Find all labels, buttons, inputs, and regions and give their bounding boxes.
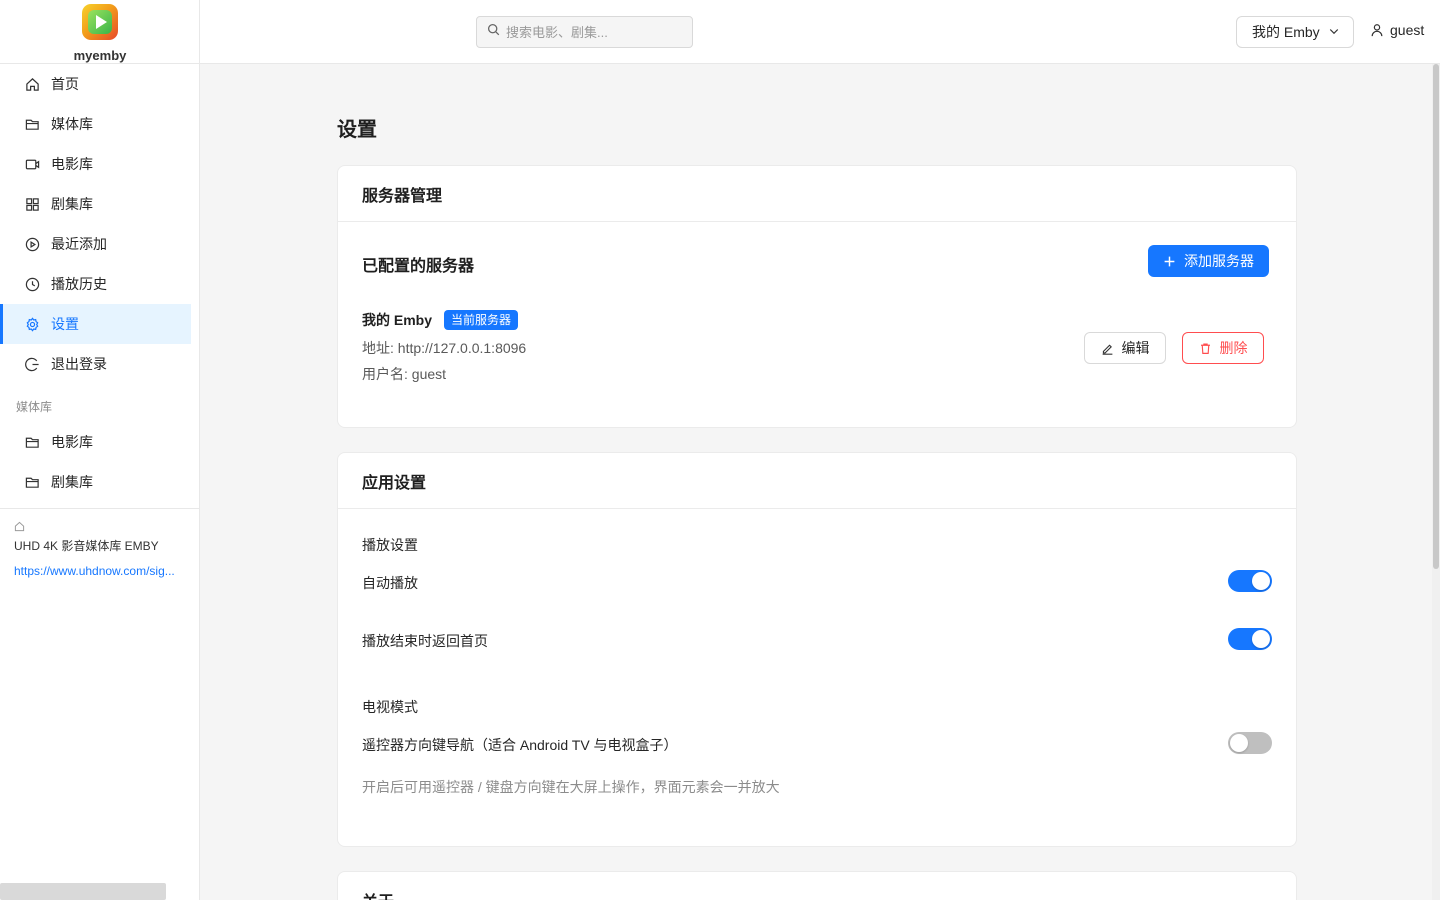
card-title: 关于 — [338, 872, 1296, 900]
top-header: 我的 Emby guest — [200, 0, 1440, 64]
edit-server-button[interactable]: 编辑 — [1084, 332, 1166, 364]
library-menu: 电影库 剧集库 — [0, 422, 199, 502]
page-title: 设置 — [337, 119, 377, 141]
server-select[interactable]: 我的 Emby — [1236, 16, 1354, 48]
main-menu: 首页 媒体库 电影库 剧集库 最近添加 播放历史 设置 退出登录 — [0, 64, 199, 384]
playback-section-title: 播放设置 — [362, 537, 418, 553]
sidebar-item-label: 媒体库 — [51, 116, 93, 132]
server-management-card: 服务器管理 已配置的服务器 添加服务器 我的 Emby 当前服务器 地址: ht… — [337, 165, 1297, 428]
main-content: 设置 服务器管理 已配置的服务器 添加服务器 我的 Emby 当前服务器 地址:… — [200, 64, 1432, 900]
server-entry-header: 我的 Emby 当前服务器 — [362, 310, 519, 330]
return-home-label: 播放结束时返回首页 — [362, 633, 488, 649]
card-title: 服务器管理 — [338, 166, 1296, 222]
autoplay-toggle[interactable] — [1228, 570, 1272, 592]
search-box[interactable] — [476, 16, 693, 48]
sidebar-item-movies[interactable]: 电影库 — [0, 144, 191, 184]
trash-icon — [1199, 342, 1212, 355]
server-select-value: 我的 Emby — [1252, 24, 1320, 40]
page-vertical-scrollbar[interactable] — [1432, 64, 1440, 900]
gear-icon — [24, 316, 40, 332]
server-address: 地址: http://127.0.0.1:8096 — [362, 340, 527, 356]
sidebar-item-label: 剧集库 — [51, 196, 93, 212]
edit-icon — [1101, 342, 1114, 355]
user-icon — [1370, 23, 1384, 37]
sidebar-item-history[interactable]: 播放历史 — [0, 264, 191, 304]
user-menu[interactable]: guest — [1370, 22, 1424, 38]
search-icon — [487, 23, 500, 41]
scrollbar-thumb[interactable] — [1433, 64, 1439, 569]
sidebar-item-label: 设置 — [51, 316, 79, 332]
delete-label: 删除 — [1219, 340, 1248, 356]
sidebar-item-label: 电影库 — [51, 156, 93, 172]
edit-label: 编辑 — [1121, 340, 1150, 356]
return-home-toggle[interactable] — [1228, 628, 1272, 650]
folder-icon — [24, 474, 40, 490]
sidebar-item-label: 最近添加 — [51, 236, 107, 252]
add-server-button[interactable]: 添加服务器 — [1148, 245, 1269, 277]
username: guest — [1390, 22, 1425, 38]
sidebar: myemby 首页 媒体库 电影库 剧集库 最近添加 播放历史 设置 退出登录 … — [0, 0, 200, 900]
sponsor-link[interactable]: https://www.uhdnow.com/sig... — [14, 564, 184, 578]
add-server-label: 添加服务器 — [1184, 253, 1254, 269]
sponsor-block: UHD 4K 影音媒体库 EMBY https://www.uhdnow.com… — [0, 509, 199, 590]
app-logo-icon — [82, 4, 118, 40]
sidebar-item-library-movies[interactable]: 电影库 — [0, 422, 191, 462]
sidebar-item-settings[interactable]: 设置 — [0, 304, 191, 344]
search-input[interactable] — [506, 24, 686, 40]
history-icon — [24, 276, 40, 292]
server-name: 我的 Emby — [362, 312, 433, 328]
sponsor-title: UHD 4K 影音媒体库 EMBY — [14, 539, 159, 553]
sidebar-item-recently-added[interactable]: 最近添加 — [0, 224, 191, 264]
library-group-title: 媒体库 — [16, 400, 53, 414]
sidebar-item-label: 剧集库 — [51, 474, 93, 490]
folder-icon — [24, 434, 40, 450]
video-camera-icon — [24, 156, 40, 172]
house-icon — [14, 521, 185, 535]
folder-icon — [24, 116, 40, 132]
app-settings-card: 应用设置 播放设置 自动播放 播放结束时返回首页 电视模式 遥控器方向键导航（适… — [337, 452, 1297, 847]
grid-icon — [24, 196, 40, 212]
logo-area: myemby — [0, 0, 199, 64]
sidebar-item-series[interactable]: 剧集库 — [0, 184, 191, 224]
sidebar-item-library-series[interactable]: 剧集库 — [0, 462, 191, 502]
delete-server-button[interactable]: 删除 — [1182, 332, 1264, 364]
logout-icon — [24, 356, 40, 372]
sidebar-item-logout[interactable]: 退出登录 — [0, 344, 191, 384]
sidebar-item-label: 首页 — [51, 76, 79, 92]
server-username: 用户名: guest — [362, 366, 447, 382]
sidebar-item-home[interactable]: 首页 — [0, 64, 191, 104]
play-circle-icon — [24, 236, 40, 252]
chevron-down-icon — [1328, 24, 1340, 40]
card-title: 应用设置 — [338, 453, 1296, 509]
remote-nav-label: 遥控器方向键导航（适合 Android TV 与电视盒子） — [362, 737, 678, 753]
about-card: 关于 — [337, 871, 1297, 900]
tv-mode-section-title: 电视模式 — [362, 699, 418, 715]
sidebar-item-label: 播放历史 — [51, 276, 107, 292]
sidebar-horizontal-scrollbar[interactable] — [0, 883, 166, 900]
sidebar-item-media-library[interactable]: 媒体库 — [0, 104, 191, 144]
sidebar-item-label: 退出登录 — [51, 356, 107, 372]
sidebar-item-label: 电影库 — [51, 434, 93, 450]
app-name: myemby — [73, 48, 127, 63]
home-icon — [24, 76, 40, 92]
autoplay-label: 自动播放 — [362, 575, 418, 591]
remote-nav-hint: 开启后可用遥控器 / 键盘方向键在大屏上操作，界面元素会一并放大 — [362, 779, 780, 795]
remote-nav-toggle[interactable] — [1228, 732, 1272, 754]
plus-icon — [1163, 255, 1176, 268]
current-server-badge: 当前服务器 — [444, 310, 519, 330]
configured-servers-title: 已配置的服务器 — [362, 258, 475, 275]
